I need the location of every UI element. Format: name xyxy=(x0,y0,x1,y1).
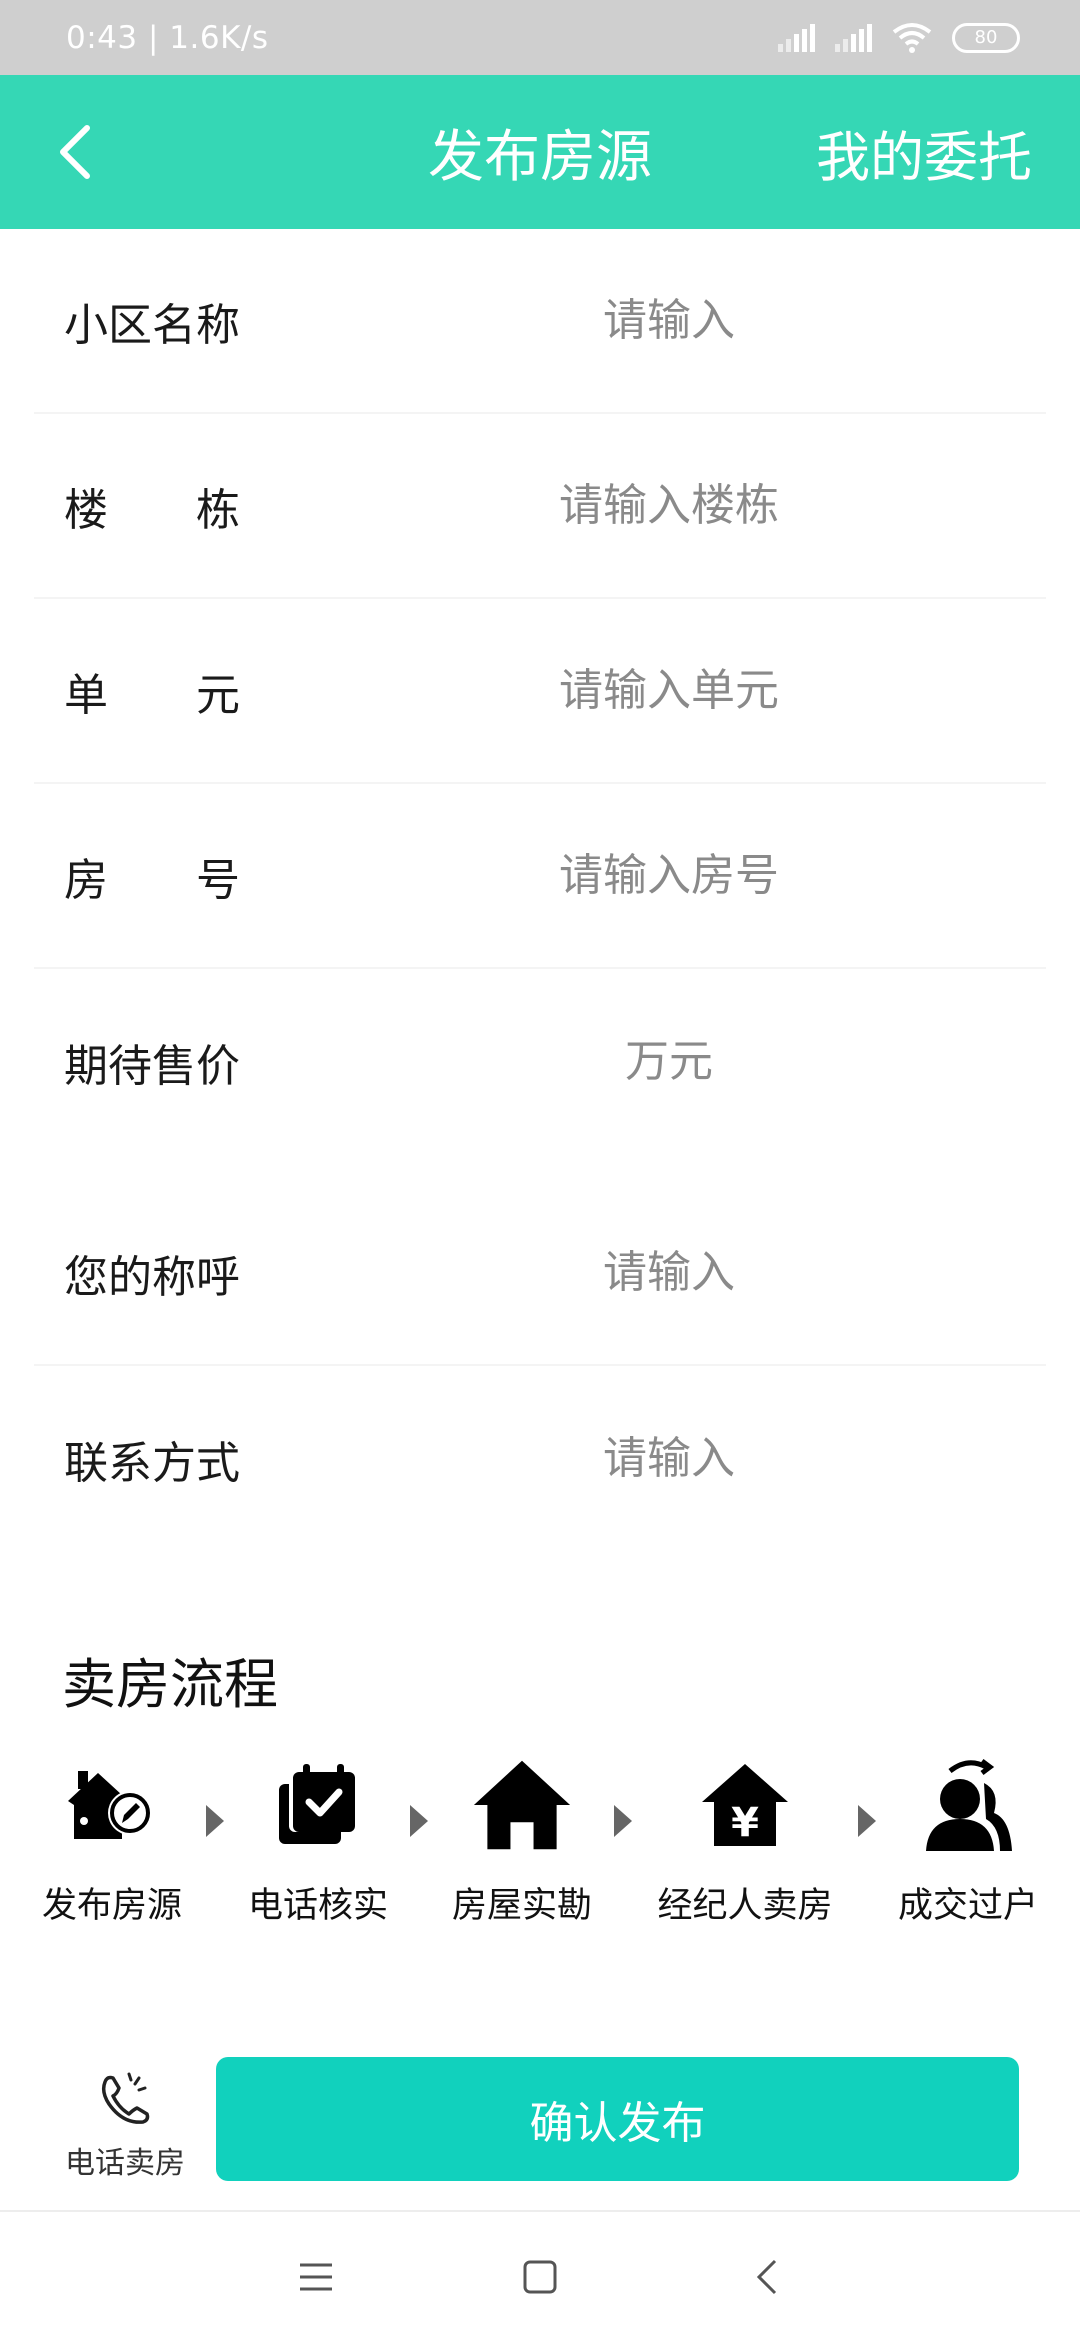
menu-icon xyxy=(300,2263,332,2291)
battery-level: 80 xyxy=(974,27,998,48)
status-bar: 0:43 | 1.6K/s 80 xyxy=(0,0,1080,75)
community-label: 小区名称 xyxy=(64,299,240,351)
signal-1-icon xyxy=(778,23,815,52)
price-input[interactable] xyxy=(434,1021,904,1101)
battery-icon: 80 xyxy=(952,22,1020,53)
system-nav-bar xyxy=(0,2210,1080,2340)
process-steps: 发布房源 电话核实 房屋实勘 ¥ 经纪人卖房 成交过户 xyxy=(0,1755,1080,1935)
confirm-publish-button[interactable]: 确认发布 xyxy=(216,2057,1019,2181)
phone-sell-button[interactable]: 电话卖房 xyxy=(50,2050,200,2200)
back-nav-button[interactable] xyxy=(737,2247,797,2307)
user-transfer-icon xyxy=(918,1755,1018,1855)
my-entrust-button[interactable]: 我的委托 xyxy=(816,75,1032,229)
building-input[interactable] xyxy=(434,465,904,546)
signal-2-icon xyxy=(835,23,872,52)
square-icon xyxy=(523,2260,557,2294)
room-row: 房 号 xyxy=(34,784,1046,969)
step-label: 电话核实 xyxy=(247,1886,388,1926)
house-yen-icon: ¥ xyxy=(695,1755,795,1855)
wifi-icon xyxy=(892,22,932,53)
phone-call-icon xyxy=(101,2072,150,2124)
building-label: 楼 栋 xyxy=(64,484,240,536)
process-title: 卖房流程 xyxy=(62,1653,278,1716)
step-label: 经纪人卖房 xyxy=(657,1886,833,1926)
house-edit-icon xyxy=(62,1755,162,1855)
app-bar: 发布房源 我的委托 xyxy=(0,75,1080,229)
step-inspection: 房屋实勘 xyxy=(422,1755,622,1935)
community-row: 小区名称 xyxy=(34,229,1046,414)
price-row: 期待售价 xyxy=(34,969,1046,1169)
unit-label: 单 元 xyxy=(64,669,240,721)
status-icons: 80 xyxy=(778,22,1020,54)
step-agent-sell: ¥ 经纪人卖房 xyxy=(645,1755,845,1935)
svg-text:¥: ¥ xyxy=(731,1800,759,1846)
step-phone-verify: 电话核实 xyxy=(218,1755,418,1935)
step-transfer: 成交过户 xyxy=(868,1755,1068,1935)
contact-label: 联系方式 xyxy=(64,1437,240,1489)
step-label: 成交过户 xyxy=(897,1886,1038,1926)
home-nav-button[interactable] xyxy=(510,2247,570,2307)
arrow-right-icon xyxy=(614,1805,632,1837)
room-label: 房 号 xyxy=(64,854,240,906)
contact-row: 联系方式 xyxy=(34,1366,1046,1551)
room-input[interactable] xyxy=(434,835,904,916)
status-time-speed: 0:43 | 1.6K/s xyxy=(66,19,269,56)
step-label: 房屋实勘 xyxy=(451,1886,592,1926)
menu-nav-button[interactable] xyxy=(286,2247,346,2307)
price-label: 期待售价 xyxy=(64,1040,240,1092)
chevron-left-icon xyxy=(756,2259,777,2295)
unit-input[interactable] xyxy=(434,650,904,731)
listing-form: 小区名称 楼 栋 单 元 房 号 期待售价 您的称呼 联系方式 xyxy=(0,229,1080,1551)
calendar-check-icon xyxy=(268,1755,368,1855)
name-label: 您的称呼 xyxy=(64,1251,240,1303)
step-publish: 发布房源 xyxy=(12,1755,212,1935)
building-row: 楼 栋 xyxy=(34,414,1046,599)
house-icon xyxy=(472,1755,572,1855)
community-input[interactable] xyxy=(434,280,904,361)
unit-row: 单 元 xyxy=(34,599,1046,784)
name-input[interactable] xyxy=(434,1232,904,1313)
contact-input[interactable] xyxy=(434,1418,904,1499)
name-row: 您的称呼 xyxy=(34,1181,1046,1366)
step-label: 发布房源 xyxy=(41,1886,182,1926)
phone-sell-label: 电话卖房 xyxy=(65,2146,185,2181)
bottom-action-bar: 电话卖房 确认发布 xyxy=(0,2040,1080,2210)
